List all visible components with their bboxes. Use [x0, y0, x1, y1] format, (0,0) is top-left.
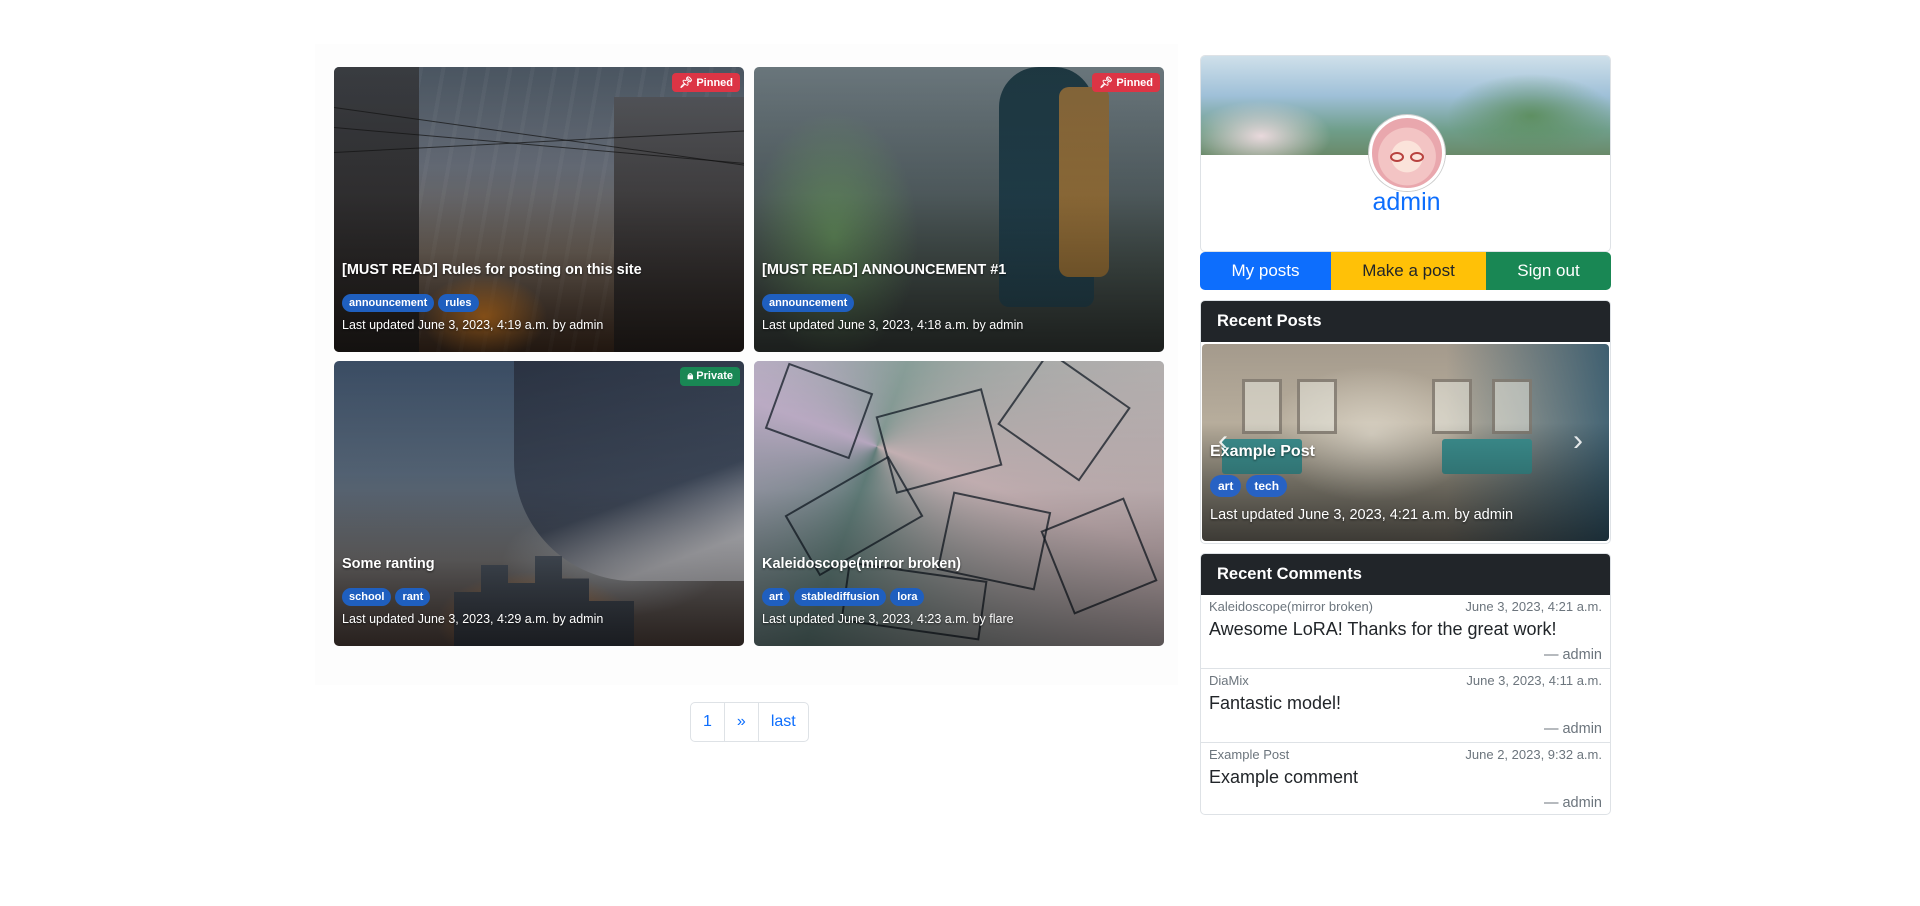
tag-badge[interactable]: announcement: [342, 294, 435, 312]
comment-body: Example comment: [1209, 767, 1359, 787]
tag-badge[interactable]: announcement: [762, 294, 855, 312]
post-meta: Last updated June 3, 2023, 4:19 a.m. by …: [342, 318, 604, 332]
comment-body: Awesome LoRA! Thanks for the great work!: [1209, 619, 1557, 639]
tag-badge[interactable]: tech: [1246, 475, 1288, 497]
post-card[interactable]: 📌︎ Pinned [MUST READ] Rules for posting …: [334, 67, 744, 352]
comment-author: — admin: [1543, 795, 1602, 811]
lock-icon: 🔒︎: [687, 370, 694, 382]
tag-badge[interactable]: lora: [890, 588, 925, 606]
carousel-tags: art tech: [1210, 475, 1288, 497]
recent-comments-header: Recent Comments: [1201, 554, 1610, 595]
post-meta: Last updated June 3, 2023, 4:18 a.m. by …: [762, 318, 1024, 332]
private-badge: 🔒︎ Private: [680, 367, 740, 386]
my-posts-button[interactable]: My posts: [1200, 252, 1331, 290]
make-post-button[interactable]: Make a post: [1331, 252, 1486, 290]
post-meta: Last updated June 3, 2023, 4:29 a.m. by …: [342, 612, 604, 626]
comment-author: — admin: [1543, 647, 1602, 663]
pin-icon: 📌︎: [679, 77, 694, 89]
tag-badge[interactable]: school: [342, 588, 392, 606]
pinned-badge: 📌︎ Pinned: [672, 73, 740, 92]
sign-out-button[interactable]: Sign out: [1486, 252, 1611, 290]
post-card[interactable]: 📌︎ Pinned [MUST READ] ANNOUNCEMENT #1 an…: [754, 67, 1164, 352]
tag-badge[interactable]: rules: [438, 294, 479, 312]
post-title[interactable]: Kaleidoscope(mirror broken): [762, 556, 961, 572]
comment-item[interactable]: Example Post June 2, 2023, 9:32 a.m. Exa…: [1201, 743, 1610, 814]
recent-comments-card: Recent Comments Kaleidoscope(mirror brok…: [1200, 553, 1611, 815]
post-meta: Last updated June 3, 2023, 4:23 a.m. by …: [762, 612, 1014, 626]
next-page-link[interactable]: »: [725, 703, 759, 741]
post-tags: announcement: [762, 294, 855, 312]
post-tags: art stablediffusion lora: [762, 588, 925, 606]
avatar[interactable]: [1369, 115, 1445, 191]
recent-posts-header: Recent Posts: [1201, 301, 1610, 342]
comment-post-name[interactable]: DiaMix: [1209, 673, 1249, 688]
last-page-link[interactable]: last: [759, 703, 808, 741]
pinned-badge: 📌︎ Pinned: [1092, 73, 1160, 92]
post-card[interactable]: 🔒︎ Private Some ranting school rant Last…: [334, 361, 744, 646]
post-tags: school rant: [342, 588, 431, 606]
post-title[interactable]: [MUST READ] Rules for posting on this si…: [342, 262, 642, 278]
recent-posts-carousel[interactable]: ‹ › Example Post art tech Last updated J…: [1202, 344, 1609, 541]
tag-badge[interactable]: art: [1210, 475, 1242, 497]
pagination: 1 » last: [690, 702, 809, 742]
comment-date: June 2, 2023, 9:32 a.m.: [1465, 747, 1602, 762]
comment-post-name[interactable]: Kaleidoscope(mirror broken): [1209, 599, 1373, 614]
pin-icon: 📌︎: [1099, 77, 1114, 89]
carousel-post-title[interactable]: Example Post: [1210, 443, 1315, 461]
recent-posts-card: Recent Posts ‹ › Example Post art tech L…: [1200, 300, 1611, 544]
tag-badge[interactable]: stablediffusion: [794, 588, 887, 606]
post-tags: announcement rules: [342, 294, 479, 312]
chevron-right-icon[interactable]: ›: [1563, 426, 1593, 456]
profile-card: admin: [1200, 55, 1611, 252]
post-card[interactable]: Kaleidoscope(mirror broken) art stabledi…: [754, 361, 1164, 646]
comment-item[interactable]: DiaMix June 3, 2023, 4:11 a.m. Fantastic…: [1201, 669, 1610, 743]
post-title[interactable]: [MUST READ] ANNOUNCEMENT #1: [762, 262, 1006, 278]
tag-badge[interactable]: rant: [395, 588, 431, 606]
comment-date: June 3, 2023, 4:11 a.m.: [1466, 673, 1602, 688]
carousel-post-meta: Last updated June 3, 2023, 4:21 a.m. by …: [1210, 507, 1514, 523]
comment-author: — admin: [1543, 721, 1602, 737]
posts-grid: 📌︎ Pinned [MUST READ] Rules for posting …: [315, 44, 1178, 685]
profile-actions: My posts Make a post Sign out: [1200, 252, 1611, 290]
page-1-link[interactable]: 1: [691, 703, 725, 741]
post-title[interactable]: Some ranting: [342, 556, 435, 572]
profile-username[interactable]: admin: [1201, 188, 1610, 217]
comment-item[interactable]: Kaleidoscope(mirror broken) June 3, 2023…: [1201, 595, 1610, 669]
comment-post-name[interactable]: Example Post: [1209, 747, 1289, 762]
comment-date: June 3, 2023, 4:21 a.m.: [1465, 599, 1602, 614]
comment-body: Fantastic model!: [1209, 693, 1342, 713]
tag-badge[interactable]: art: [762, 588, 791, 606]
